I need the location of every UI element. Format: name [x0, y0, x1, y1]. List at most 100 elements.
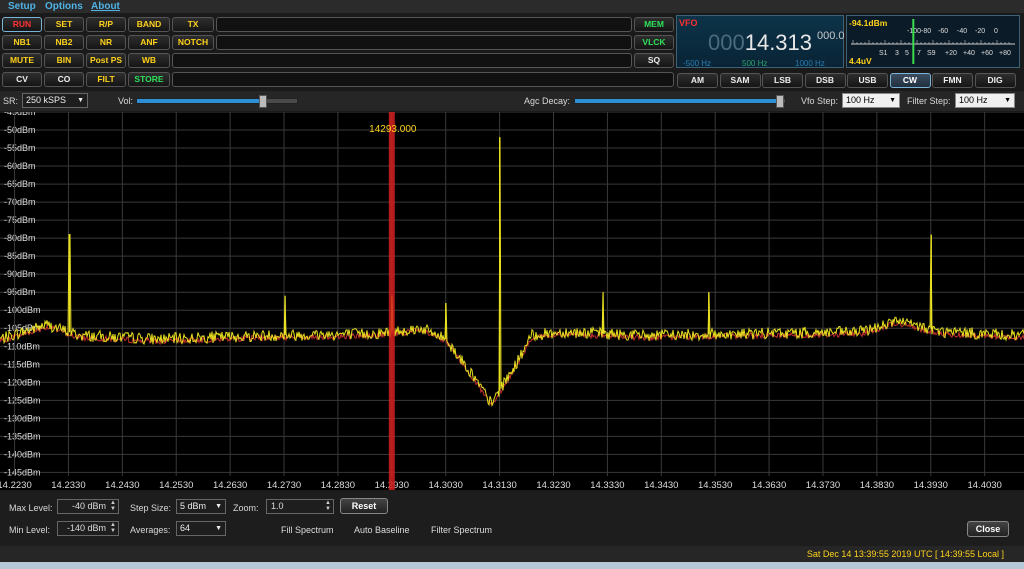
notch-button[interactable]: NOTCH: [172, 35, 214, 50]
bottom-controls: Max Level: -40 dBm ▲ ▼ Step Size: 5 dBm ▼ Z…: [0, 491, 1024, 546]
max-level-spinner[interactable]: -40 dBm ▲ ▼: [57, 499, 119, 514]
zoom-spinner[interactable]: 1.0 ▲ ▼: [266, 499, 334, 514]
volume-slider[interactable]: [136, 95, 298, 108]
agc-decay-slider[interactable]: [574, 95, 786, 108]
auto-baseline-checkbox[interactable]: Auto Baseline: [354, 525, 410, 535]
run-button[interactable]: RUN: [2, 17, 42, 32]
max-level-label: Max Level:: [9, 503, 53, 513]
x-tick-label: 14.3730: [806, 480, 840, 490]
vfo-step-select[interactable]: 100 Hz ▼: [842, 93, 900, 108]
tuning-marker: [388, 112, 395, 490]
vlck-button[interactable]: VLCK: [634, 35, 674, 50]
reset-button[interactable]: Reset: [340, 498, 388, 514]
spinner-arrows-icon[interactable]: ▲ ▼: [110, 500, 116, 512]
averages-label: Averages:: [130, 525, 171, 535]
menu-options[interactable]: Options: [45, 1, 83, 12]
cv-button[interactable]: CV: [2, 72, 42, 87]
x-tick-label: 14.3130: [482, 480, 516, 490]
chevron-down-icon: ▼: [77, 97, 84, 104]
mode-button-dsb[interactable]: DSB: [804, 73, 846, 88]
min-level-spinner[interactable]: -140 dBm ▲ ▼: [57, 521, 119, 536]
averages-select[interactable]: 64 ▼: [176, 521, 226, 536]
nb2-button[interactable]: NB2: [44, 35, 84, 50]
volume-thumb[interactable]: [258, 95, 267, 108]
fill-spectrum-checkbox[interactable]: Fill Spectrum: [281, 525, 334, 535]
spinner-arrows-icon[interactable]: ▲ ▼: [110, 522, 116, 534]
meter-s-label: S1: [879, 50, 888, 57]
meter-s-label: +20: [945, 50, 957, 57]
x-tick-label: 14.2630: [213, 480, 247, 490]
y-tick-label: -95dBm: [4, 287, 36, 297]
meter-s-label: +60: [981, 50, 993, 57]
spinner-arrows-icon[interactable]: ▲ ▼: [325, 500, 331, 512]
meter-tick-label: -40: [957, 28, 967, 35]
sq-button[interactable]: SQ: [634, 53, 674, 68]
menu-about[interactable]: About: [91, 1, 120, 12]
step-size-select[interactable]: 5 dBm ▼: [176, 499, 226, 514]
x-tick-label: 14.3230: [536, 480, 570, 490]
info-bar-1: [216, 17, 632, 32]
vfo-frequency[interactable]: 14.313: [745, 30, 812, 55]
band-button[interactable]: BAND: [128, 17, 170, 32]
x-tick-label: 14.2730: [267, 480, 301, 490]
mode-button-usb[interactable]: USB: [847, 73, 888, 88]
vfo-step-500[interactable]: 500 Hz: [742, 59, 767, 68]
s-meter: -94.1dBm -100-80-60-40-200S1357S9+20+40+…: [846, 15, 1020, 68]
x-tick-label: 14.2830: [321, 480, 355, 490]
vfo-label: VFO: [679, 18, 698, 28]
vfo-step-minus500[interactable]: -500 Hz: [683, 59, 711, 68]
anf-button[interactable]: ANF: [128, 35, 170, 50]
filt-button[interactable]: FILT: [86, 72, 126, 87]
x-tick-label: 14.3430: [644, 480, 678, 490]
nr-button[interactable]: NR: [86, 35, 126, 50]
status-time: Sat Dec 14 13:39:55 2019 UTC [ 14:39:55 …: [806, 549, 1004, 559]
spectrum-trace: [0, 137, 1024, 408]
rp-button[interactable]: R/P: [86, 17, 126, 32]
mode-button-lsb[interactable]: LSB: [762, 73, 803, 88]
vfo-step-1000[interactable]: 1000 Hz: [795, 59, 825, 68]
y-tick-label: -125dBm: [4, 395, 41, 405]
filter-step-select[interactable]: 100 Hz ▼: [955, 93, 1015, 108]
set-button[interactable]: SET: [44, 17, 84, 32]
y-tick-label: -55dBm: [4, 143, 36, 153]
mode-button-sam[interactable]: SAM: [719, 73, 761, 88]
nb1-button[interactable]: NB1: [2, 35, 42, 50]
min-level-label: Min Level:: [9, 525, 51, 535]
mute-button[interactable]: MUTE: [2, 53, 42, 68]
info-bar-3: [172, 53, 632, 68]
menu-bar: Setup Options About: [0, 0, 1024, 13]
sr-select[interactable]: 250 kSPS ▼: [22, 93, 88, 108]
mem-button[interactable]: MEM: [634, 17, 674, 32]
y-tick-label: -100dBm: [4, 305, 41, 315]
vfo-step-value: 100 Hz: [846, 95, 875, 105]
status-bar: Sat Dec 14 13:39:55 2019 UTC [ 14:39:55 …: [0, 546, 1024, 562]
wb-button[interactable]: WB: [128, 53, 170, 68]
step-size-value: 5 dBm: [180, 501, 207, 511]
menu-setup[interactable]: Setup: [8, 1, 36, 12]
chevron-down-icon: ▼: [1004, 97, 1011, 104]
y-tick-label: -75dBm: [4, 215, 36, 225]
mode-button-fmn[interactable]: FMN: [932, 73, 973, 88]
co-button[interactable]: CO: [44, 72, 84, 87]
filter-step-value: 100 Hz: [959, 95, 988, 105]
mode-button-cw[interactable]: CW: [889, 73, 931, 88]
post-ps-button[interactable]: Post PS: [86, 53, 126, 68]
y-tick-label: -110dBm: [4, 341, 40, 351]
x-tick-label: 14.3330: [590, 480, 624, 490]
tx-button[interactable]: TX: [172, 17, 214, 32]
agc-thumb[interactable]: [775, 95, 784, 108]
x-tick-label: 14.3930: [914, 480, 948, 490]
filter-spectrum-checkbox[interactable]: Filter Spectrum: [431, 525, 492, 535]
filter-step-label: Filter Step:: [907, 96, 951, 106]
chevron-down-icon: ▼: [215, 525, 222, 532]
spectrum-plot[interactable]: -45dBm -50dBm -55dBm -60dBm -65dBm -70dBm -75d…: [0, 107, 1024, 491]
store-button[interactable]: STORE: [128, 72, 170, 87]
x-tick-label: 14.2230: [0, 480, 32, 490]
y-tick-label: -50dBm: [4, 125, 36, 135]
close-button[interactable]: Close: [967, 521, 1009, 537]
bin-button[interactable]: BIN: [44, 53, 84, 68]
mode-button-dig[interactable]: DIG: [974, 73, 1016, 88]
spectrum-display[interactable]: -45dBm -50dBm -55dBm -60dBm -65dBm -70dBm -75d…: [0, 107, 1024, 491]
vfo-sub-digits: 000.0: [817, 30, 845, 42]
mode-button-am[interactable]: AM: [677, 73, 718, 88]
